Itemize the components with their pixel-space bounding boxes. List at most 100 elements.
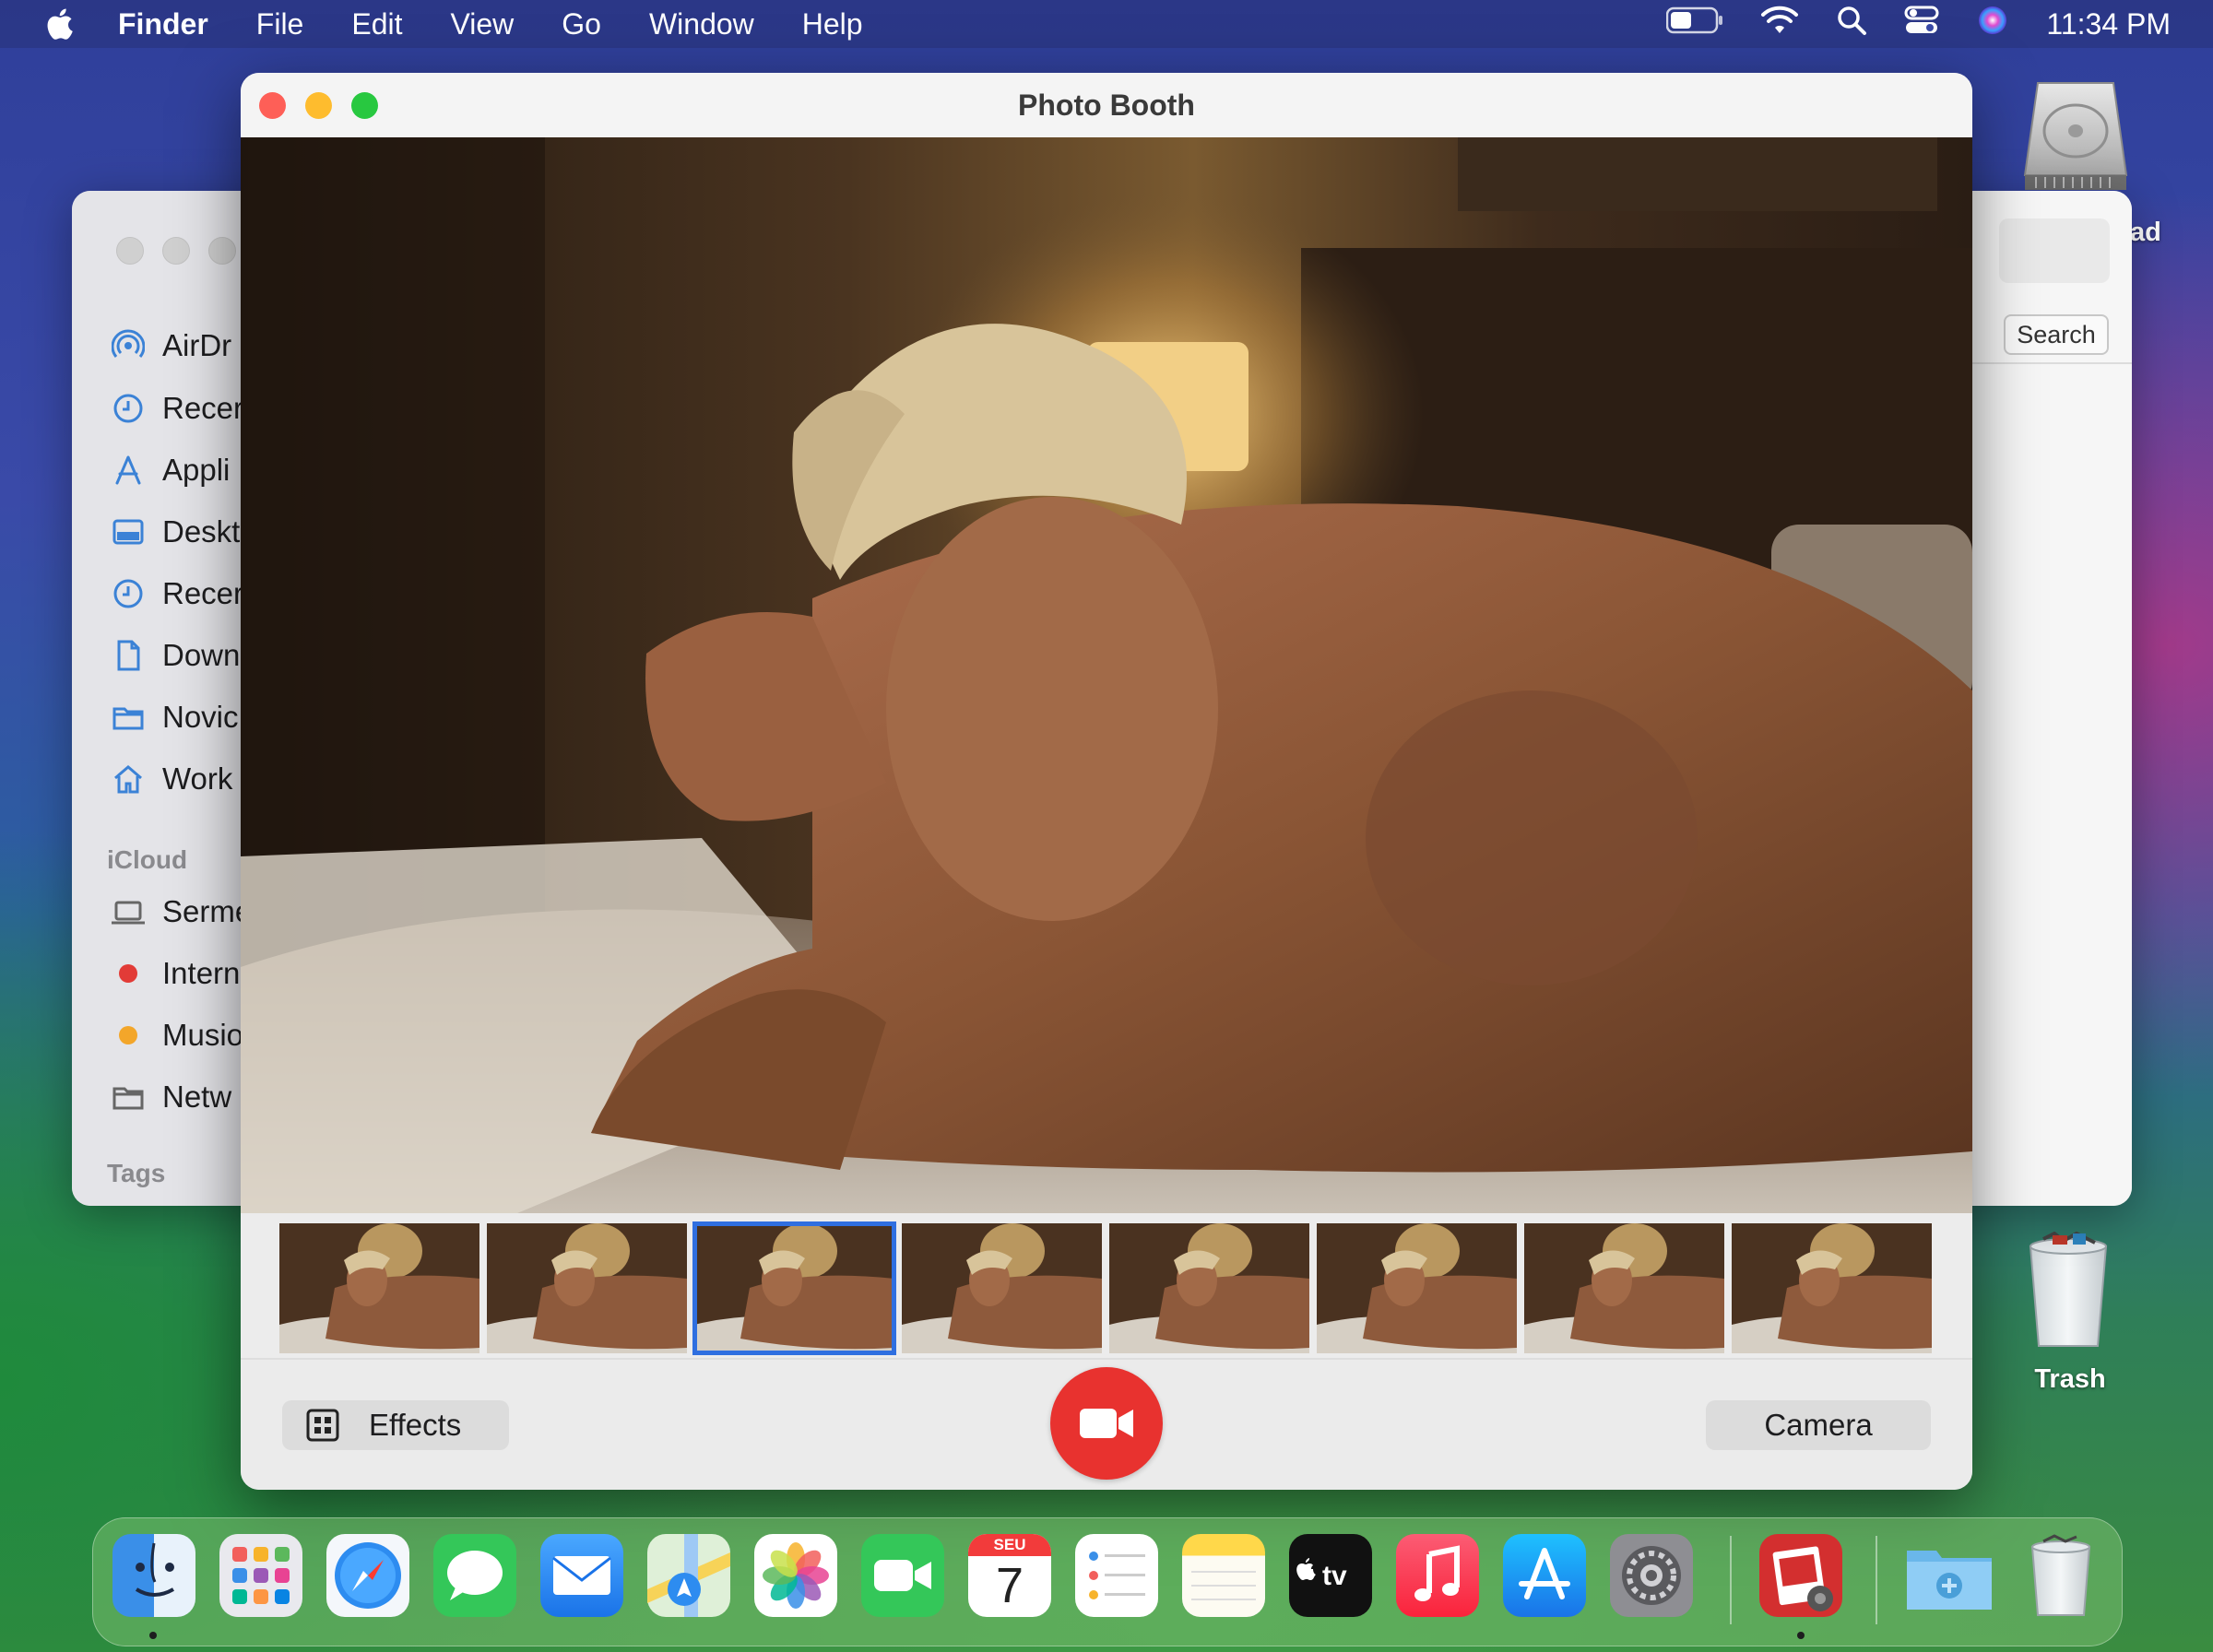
sidebar-item-recents[interactable]: Recer [111,385,243,431]
sidebar-item-downloads[interactable]: Down [111,632,240,678]
sidebar-item-label: Deskt [162,514,241,549]
sidebar-item-label: Musio [162,1018,244,1052]
sidebar-item-home[interactable]: Work [111,756,232,802]
menu-file[interactable]: File [256,7,304,41]
sidebar-item-tag-red[interactable]: Intern [111,950,240,997]
sidebar-item-label: Work [162,761,233,796]
finder-close-button[interactable] [116,237,144,265]
dock-app-store-icon[interactable] [1503,1534,1586,1617]
photo-booth-window: Photo Booth Effects Camera [241,73,1972,1490]
dock-mail-icon[interactable] [540,1534,623,1617]
menu-bar: Finder File Edit View Go Window Help 11:… [0,0,2213,48]
menu-window[interactable]: Window [649,7,754,41]
finder-divider [1971,362,2132,364]
finder-search-button[interactable]: Search [2004,314,2109,355]
sidebar-item-airdrop[interactable]: AirDr [111,323,231,369]
dock-calendar-icon[interactable]: SEU 7 [968,1534,1051,1617]
calendar-day: 7 [995,1558,1024,1613]
thumbnail[interactable] [902,1223,1102,1353]
sidebar-item-network[interactable]: Netw [111,1074,231,1120]
sidebar-item-label: Intern [162,956,241,990]
sidebar-heading-tags: Tags [107,1159,166,1187]
hard-drive-label[interactable]: ad [2130,218,2161,248]
effects-grid-icon [306,1409,339,1442]
dock-trash-icon[interactable] [2019,1534,2102,1617]
svg-text:tv: tv [1322,1561,1347,1591]
apple-menu-icon[interactable] [46,6,83,42]
applications-icon [111,453,146,488]
folder-icon [111,700,146,735]
dock-finder-icon[interactable] [112,1534,195,1617]
sidebar-item-tag-orange[interactable]: Musio [111,1012,243,1058]
video-camera-icon [1080,1409,1133,1438]
desktop-trash-icon[interactable] [2025,1231,2112,1351]
sidebar-item-device[interactable]: Serme [111,889,252,935]
airdrop-icon [111,328,146,363]
sidebar-item-applications[interactable]: Appli [111,447,230,493]
control-center-icon[interactable] [1904,5,1939,43]
dock-tv-icon[interactable]: tv [1289,1534,1372,1617]
dock-maps-icon[interactable] [647,1534,730,1617]
siri-icon[interactable] [1976,4,2009,44]
thumbnail[interactable] [487,1223,687,1353]
effects-label: Effects [369,1408,462,1442]
thumbnail[interactable] [1109,1223,1309,1353]
window-title: Photo Booth [1018,88,1195,122]
finder-search-field[interactable] [1999,218,2110,283]
dock-system-settings-icon[interactable] [1610,1534,1693,1617]
sidebar-item-label: AirDr [162,328,232,362]
menu-edit[interactable]: Edit [351,7,402,41]
sidebar-item-folder[interactable]: Novic [111,694,239,740]
record-video-button[interactable] [1050,1367,1163,1480]
document-icon [111,638,146,673]
sidebar-item-label: Recer [162,391,244,425]
finder-zoom-button[interactable] [208,237,236,265]
sidebar-heading-icloud: iCloud [107,845,188,874]
sidebar-item-label: Appli [162,453,231,487]
sidebar-item-label: Down [162,638,241,672]
sidebar-item-label: Serme [162,894,253,928]
wifi-icon[interactable] [1760,6,1799,42]
dock-separator [1730,1536,1732,1624]
clock-icon [111,391,146,426]
dock-music-icon[interactable] [1396,1534,1479,1617]
sidebar-item-desktop[interactable]: Deskt [111,509,240,555]
folder-icon [111,1080,146,1115]
desktop-trash-label[interactable]: Trash [1992,1364,2148,1395]
dock-photos-icon[interactable] [754,1534,837,1617]
effects-button[interactable]: Effects [282,1400,509,1450]
thumbnail[interactable] [1732,1223,1932,1353]
menu-app-name[interactable]: Finder [118,7,208,41]
orange-tag-dot-icon [111,1018,146,1053]
home-icon [111,761,146,796]
thumbnail[interactable] [1317,1223,1517,1353]
thumbnail[interactable] [1524,1223,1724,1353]
dock-facetime-icon[interactable] [861,1534,944,1617]
clock-icon [111,576,146,611]
dock-separator [1876,1536,1877,1624]
dock-notes-icon[interactable] [1182,1534,1265,1617]
desktop-icon [111,514,146,549]
dock-downloads-folder-icon[interactable] [1903,1534,1995,1617]
camera-button[interactable]: Camera [1706,1400,1931,1450]
thumbnail[interactable] [279,1223,479,1353]
finder-minimize-button[interactable] [162,237,190,265]
dock-running-indicator [1797,1632,1805,1639]
dock-messages-icon[interactable] [433,1534,516,1617]
menu-view[interactable]: View [450,7,514,41]
dock-photo-booth-icon[interactable] [1759,1534,1842,1617]
thumbnail-selected[interactable] [692,1221,896,1355]
sidebar-item-recents-2[interactable]: Recer [111,571,243,617]
laptop-icon [111,894,146,929]
finder-window-controls [116,237,236,265]
battery-icon[interactable] [1666,6,1723,41]
dock-launchpad-icon[interactable] [219,1534,302,1617]
menu-help[interactable]: Help [802,7,863,41]
dock-safari-icon[interactable] [326,1534,409,1617]
calendar-month: SEU [968,1534,1051,1556]
spotlight-search-icon[interactable] [1836,5,1867,43]
dock-reminders-icon[interactable] [1075,1534,1158,1617]
menu-clock[interactable]: 11:34 PM [2046,7,2171,41]
hard-drive-icon[interactable] [2018,76,2134,195]
menu-go[interactable]: Go [562,7,601,41]
